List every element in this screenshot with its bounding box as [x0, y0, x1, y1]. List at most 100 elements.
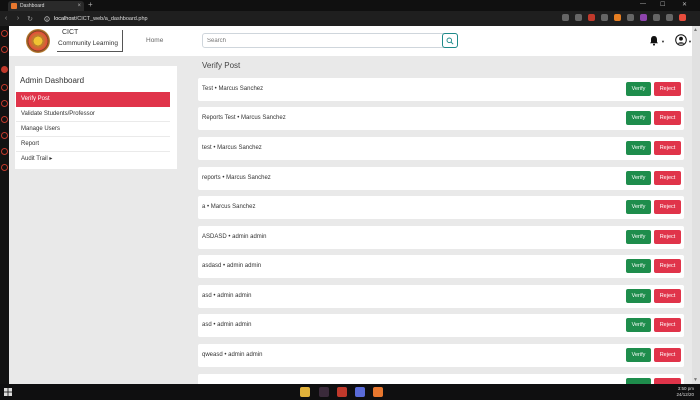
search-input[interactable]	[207, 34, 437, 47]
post-title: ASDASD • admin admin	[202, 234, 267, 240]
system-clock[interactable]: 3:50 pm 24/12/20	[676, 386, 694, 398]
profile-icon[interactable]	[679, 14, 686, 21]
post-title: a • Marcus Sanchez	[202, 204, 256, 210]
browser-tab-bar: Dashboard × + — ☐ ✕	[0, 0, 700, 11]
sidebar-item-validate-students[interactable]: Validate Students/Professor	[16, 107, 170, 122]
reload-button[interactable]: ↻	[24, 15, 36, 23]
close-window-button[interactable]: ✕	[682, 1, 687, 8]
verify-button[interactable]: Verify	[626, 200, 651, 214]
admin-sidebar: Admin Dashboard Verify Post Validate Stu…	[15, 66, 177, 169]
clock-date: 24/12/20	[676, 392, 694, 397]
post-title: test • Marcus Sanchez	[202, 145, 262, 151]
sidebar-item-report[interactable]: Report	[16, 137, 170, 152]
verify-button[interactable]: Verify	[626, 171, 651, 185]
sidebar-app-icon[interactable]	[1, 46, 8, 53]
notification-bell-icon[interactable]	[649, 35, 659, 46]
reject-button[interactable]: Reject	[654, 171, 681, 185]
tab-close-icon[interactable]: ×	[77, 3, 84, 9]
post-row: Test • Marcus Sanchez Verify Reject	[198, 78, 684, 101]
sidebar-item-verify-post[interactable]: Verify Post	[16, 92, 170, 107]
reject-button[interactable]: Reject	[654, 111, 681, 125]
sidebar-app-icon[interactable]	[1, 84, 8, 91]
reject-button[interactable]: Reject	[654, 289, 681, 303]
sidebar-app-icon[interactable]	[1, 116, 8, 123]
extension-icon[interactable]	[562, 14, 569, 21]
chevron-down-icon: ▼	[661, 39, 665, 44]
extension-icon[interactable]	[666, 14, 673, 21]
sidebar-app-icon[interactable]	[1, 30, 8, 37]
extension-icon[interactable]	[627, 14, 634, 21]
messenger-icon[interactable]	[355, 387, 365, 397]
cict-logo-icon[interactable]	[26, 29, 50, 53]
post-title: asd • admin admin	[202, 293, 252, 299]
forward-button[interactable]: ›	[12, 15, 24, 22]
search-icon	[446, 37, 454, 45]
user-account-icon[interactable]	[675, 34, 687, 46]
post-row: ASDASD • admin admin Verify Reject	[198, 226, 684, 249]
post-title: Reports Test • Marcus Sanchez	[202, 115, 286, 121]
scroll-up-icon[interactable]: ▲	[693, 27, 698, 33]
nav-home-link[interactable]: Home	[146, 37, 163, 44]
verify-button[interactable]: Verify	[626, 111, 651, 125]
xampp-icon[interactable]	[373, 387, 383, 397]
sidebar-app-icon[interactable]	[1, 148, 8, 155]
page-scrollbar[interactable]: ▲ ▼	[692, 26, 700, 384]
reject-button[interactable]: Reject	[654, 348, 681, 362]
file-explorer-icon[interactable]	[300, 387, 310, 397]
post-row: a • Marcus Sanchez Verify Reject	[198, 196, 684, 219]
new-tab-button[interactable]: +	[88, 0, 93, 10]
browser-tab[interactable]: Dashboard ×	[8, 1, 84, 11]
post-row: asd • admin admin Verify Reject	[198, 285, 684, 308]
reject-button[interactable]: Reject	[654, 200, 681, 214]
post-row	[198, 374, 684, 384]
url-text: localhost/CICT_web/a_dashboard.php	[54, 16, 148, 22]
favicon-icon	[11, 3, 17, 9]
url-field[interactable]: localhost/CICT_web/a_dashboard.php	[42, 13, 492, 24]
sidebar-app-icon[interactable]	[1, 164, 8, 171]
verify-button[interactable]: Verify	[626, 318, 651, 332]
page-title: Verify Post	[202, 61, 241, 70]
verify-button[interactable]: Verify	[626, 259, 651, 273]
reject-button[interactable]: Reject	[654, 82, 681, 96]
url-path: /CICT_web/a_dashboard.php	[75, 15, 148, 22]
post-row: qweasd • admin admin Verify Reject	[198, 344, 684, 367]
verify-button[interactable]: Verify	[626, 141, 651, 155]
sidebar-app-icon[interactable]	[1, 132, 8, 139]
post-title: asd • admin admin	[202, 322, 252, 328]
minimize-button[interactable]: —	[640, 1, 646, 7]
sidebar-item-manage-users[interactable]: Manage Users	[16, 122, 170, 137]
sidebar-app-icon[interactable]	[1, 66, 8, 73]
reject-button[interactable]: Reject	[654, 259, 681, 273]
taskbar-app-icon[interactable]	[319, 387, 329, 397]
verify-button[interactable]: Verify	[626, 230, 651, 244]
post-title: Test • Marcus Sanchez	[202, 86, 264, 92]
reject-button[interactable]: Reject	[654, 318, 681, 332]
browser-sidebar	[0, 26, 9, 384]
brand-title: CICT	[62, 29, 79, 36]
scroll-down-icon[interactable]: ▼	[693, 377, 698, 383]
sidebar-app-icon[interactable]	[1, 100, 8, 107]
extension-icon[interactable]	[601, 14, 608, 21]
verify-button[interactable]: Verify	[626, 289, 651, 303]
reject-button[interactable]: Reject	[654, 141, 681, 155]
maximize-button[interactable]: ☐	[660, 1, 665, 8]
extension-icon[interactable]	[653, 14, 660, 21]
verify-button[interactable]: Verify	[626, 348, 651, 362]
extension-icon[interactable]	[575, 14, 582, 21]
verify-button[interactable]: Verify	[626, 82, 651, 96]
web-page: CICT Community Learning Home ▼ ▼ Admin D…	[9, 26, 692, 384]
browser-taskbar-icon[interactable]	[337, 387, 347, 397]
brand[interactable]: CICT Community Learning	[57, 29, 123, 52]
post-title: asdasd • admin admin	[202, 263, 262, 269]
sidebar-item-audit-trail[interactable]: Audit Trail ▸	[16, 152, 170, 167]
url-host: localhost	[54, 15, 76, 22]
extension-icon[interactable]	[614, 14, 621, 21]
site-info-icon[interactable]	[44, 15, 50, 22]
extension-icon[interactable]	[588, 14, 595, 21]
extension-icon[interactable]	[640, 14, 647, 21]
back-button[interactable]: ‹	[0, 15, 12, 22]
windows-start-icon[interactable]	[4, 388, 12, 396]
search-button[interactable]	[442, 33, 458, 48]
post-row: Reports Test • Marcus Sanchez Verify Rej…	[198, 107, 684, 130]
reject-button[interactable]: Reject	[654, 230, 681, 244]
